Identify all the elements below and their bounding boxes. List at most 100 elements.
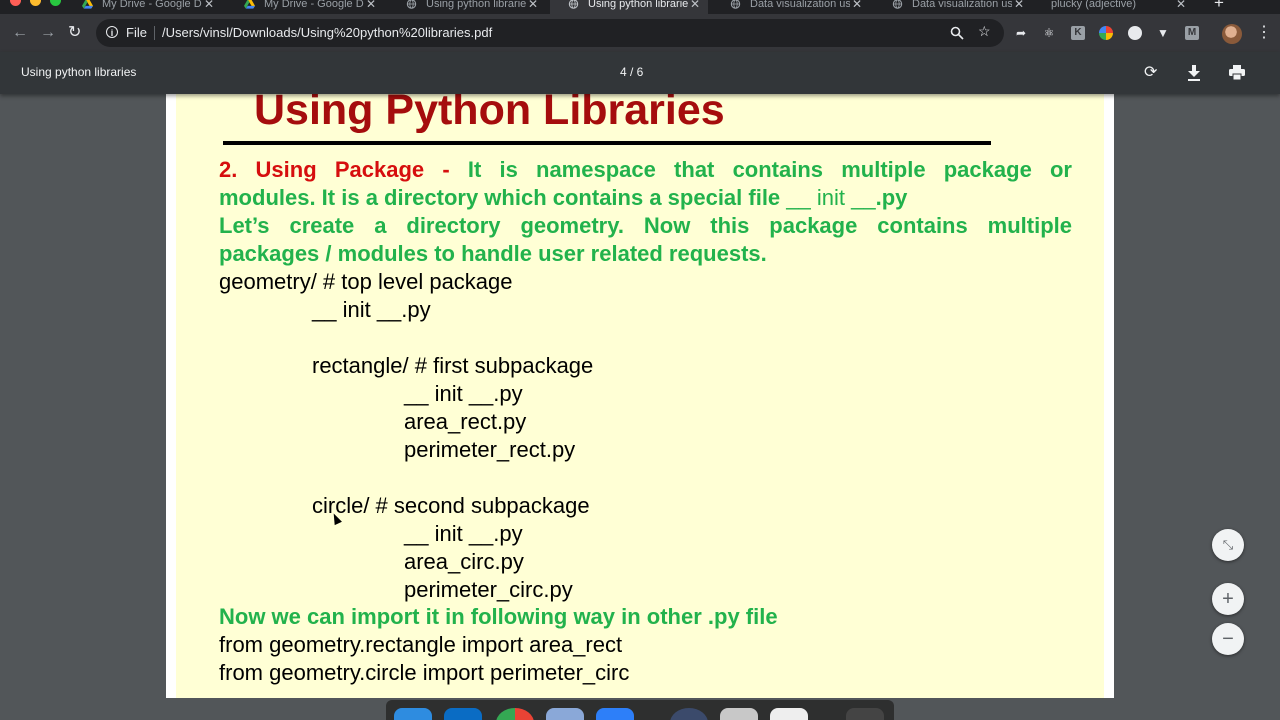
slide: Using Python Libraries 2. Using Package … bbox=[176, 94, 1104, 698]
tab-strip: My Drive - Google Drive ✕ My Drive - Goo… bbox=[0, 0, 1280, 14]
search-icon[interactable] bbox=[950, 26, 964, 40]
preview-icon[interactable] bbox=[546, 708, 584, 720]
close-window-button[interactable] bbox=[10, 0, 21, 6]
address-scheme: File bbox=[126, 25, 147, 40]
tab-plucky[interactable]: plucky (adjective) ✕ bbox=[1036, 0, 1194, 14]
close-tab-icon[interactable]: ✕ bbox=[1014, 0, 1024, 14]
globe-icon bbox=[730, 0, 741, 9]
intro-line: modules. It is a directory which contain… bbox=[219, 184, 1072, 212]
intro-text: Let’s create a directory geometry. Now t… bbox=[219, 213, 1072, 238]
react-devtools-icon[interactable]: ⚛ bbox=[1042, 26, 1056, 40]
globe-icon bbox=[892, 0, 903, 9]
tree-line: perimeter_circ.py bbox=[404, 577, 573, 602]
menu-dots-icon[interactable]: ⋮ bbox=[1256, 23, 1272, 43]
intro-paragraph: 2. Using Package - It is namespace that … bbox=[219, 156, 1072, 268]
profile-avatar[interactable] bbox=[1222, 24, 1242, 44]
tree-line: __ init __.py bbox=[404, 521, 523, 546]
extension-circle-icon[interactable] bbox=[1128, 26, 1142, 40]
download-icon[interactable] bbox=[1187, 65, 1201, 81]
new-tab-button[interactable]: + bbox=[1214, 0, 1224, 13]
pdf-title: Using python libraries bbox=[21, 65, 137, 79]
chrome-icon[interactable] bbox=[496, 708, 534, 720]
tree-line: geometry/ # top level package bbox=[219, 269, 513, 294]
close-tab-icon[interactable]: ✕ bbox=[366, 0, 376, 14]
tab-data-visualization-2[interactable]: Data visualization using ✕ bbox=[874, 0, 1032, 14]
zoom-in-button[interactable]: + bbox=[1212, 583, 1244, 615]
finder-icon[interactable] bbox=[394, 708, 432, 720]
slide-heading: Using Python Libraries bbox=[254, 94, 725, 134]
minimize-window-button[interactable] bbox=[30, 0, 41, 6]
tab-data-visualization-1[interactable]: Data visualization using ✕ bbox=[712, 0, 870, 14]
vscode-icon[interactable] bbox=[444, 708, 482, 720]
textedit-icon[interactable] bbox=[770, 708, 808, 720]
tab-using-python-libraries-active[interactable]: Using python libraries ✕ bbox=[550, 0, 708, 14]
app-icon[interactable] bbox=[720, 708, 758, 720]
print-icon[interactable] bbox=[1229, 65, 1245, 80]
app-icon[interactable] bbox=[670, 708, 708, 720]
dock bbox=[386, 700, 894, 720]
zoom-window-button[interactable] bbox=[50, 0, 61, 6]
close-tab-icon[interactable]: ✕ bbox=[528, 0, 538, 14]
tab-using-python-libraries-1[interactable]: Using python libraries ✕ bbox=[388, 0, 546, 14]
tab-title: Using python libraries bbox=[426, 0, 526, 10]
tab-title: plucky (adjective) bbox=[1051, 0, 1136, 10]
intro-line: Let’s create a directory geometry. Now t… bbox=[219, 212, 1072, 240]
trash-icon[interactable] bbox=[846, 708, 884, 720]
intro-text: modules. It is a directory which contain… bbox=[219, 185, 787, 210]
rotate-icon[interactable]: ⟳ bbox=[1144, 62, 1157, 82]
bookmark-star-icon[interactable]: ☆ bbox=[978, 23, 991, 40]
intro-text: packages / modules to handle user relate… bbox=[219, 241, 767, 266]
intro-line: packages / modules to handle user relate… bbox=[219, 240, 1072, 268]
tab-title: Data visualization using bbox=[750, 0, 850, 10]
tree-line: __ init __.py bbox=[312, 297, 431, 322]
tab-title: My Drive - Google Drive bbox=[264, 0, 364, 10]
tab-title: Using python libraries bbox=[588, 0, 688, 10]
google-drive-icon bbox=[244, 0, 255, 9]
package-label: 2. Using Package - bbox=[219, 157, 468, 182]
close-tab-icon[interactable]: ✕ bbox=[852, 0, 862, 14]
info-icon[interactable]: i bbox=[106, 26, 118, 38]
tab-my-drive-1[interactable]: My Drive - Google Drive ✕ bbox=[64, 0, 222, 14]
close-tab-icon[interactable]: ✕ bbox=[1176, 0, 1186, 14]
close-tab-icon[interactable]: ✕ bbox=[204, 0, 214, 14]
page-indicator: 4 / 6 bbox=[620, 65, 644, 79]
intro-text: It is namespace that contains multiple p… bbox=[467, 157, 1072, 182]
tab-title: Data visualization using bbox=[912, 0, 1012, 10]
extension-m-icon[interactable]: M bbox=[1185, 26, 1199, 40]
vue-devtools-icon[interactable]: ▼ bbox=[1156, 26, 1170, 40]
pdf-page: Using Python Libraries 2. Using Package … bbox=[166, 94, 1114, 698]
tree-line: area_rect.py bbox=[404, 409, 527, 434]
intro-line: 2. Using Package - It is namespace that … bbox=[219, 156, 1072, 184]
extension-icon[interactable]: K bbox=[1071, 26, 1085, 40]
import-note: Now we can import it in following way in… bbox=[219, 604, 778, 629]
tree-line: area_circ.py bbox=[404, 549, 524, 574]
back-arrow-icon[interactable]: ← bbox=[12, 24, 28, 42]
address-url[interactable]: /Users/vinsl/Downloads/Using%20python%20… bbox=[162, 25, 492, 40]
tree-line: __ init __.py bbox=[404, 381, 523, 406]
zoom-out-button[interactable]: − bbox=[1212, 623, 1244, 655]
tree-line: circle/ # second subpackage bbox=[312, 493, 590, 518]
google-drive-icon bbox=[82, 0, 93, 9]
forward-arrow-icon[interactable]: → bbox=[40, 24, 56, 42]
tab-my-drive-2[interactable]: My Drive - Google Drive ✕ bbox=[226, 0, 384, 14]
pdf-toolbar: Using python libraries 4 / 6 ⟳ bbox=[0, 52, 1280, 94]
share-arrow-icon[interactable]: ➦ bbox=[1014, 26, 1028, 40]
heading-underline bbox=[223, 141, 991, 145]
import-line: from geometry.rectangle import area_rect bbox=[219, 632, 623, 657]
init-file-ext: .py bbox=[875, 185, 908, 210]
globe-icon bbox=[406, 0, 417, 9]
browser-toolbar: ← → ↻ i File /Users/vinsl/Downloads/Usin… bbox=[0, 14, 1280, 52]
address-bar[interactable]: i File /Users/vinsl/Downloads/Using%20py… bbox=[96, 19, 1004, 47]
close-tab-icon[interactable]: ✕ bbox=[690, 0, 700, 14]
reload-icon[interactable]: ↻ bbox=[68, 24, 81, 42]
import-line: from geometry.circle import perimeter_ci… bbox=[219, 660, 630, 685]
zoom-app-icon[interactable] bbox=[596, 708, 634, 720]
tree-line: perimeter_rect.py bbox=[404, 437, 576, 462]
tree-line: rectangle/ # first subpackage bbox=[312, 353, 594, 378]
globe-icon bbox=[568, 0, 579, 9]
color-picker-icon[interactable] bbox=[1099, 26, 1113, 40]
address-divider bbox=[154, 26, 155, 40]
tab-title: My Drive - Google Drive bbox=[102, 0, 202, 10]
init-file-name: __ init __ bbox=[786, 185, 876, 210]
fit-to-page-button[interactable]: ⤡ bbox=[1212, 529, 1244, 561]
